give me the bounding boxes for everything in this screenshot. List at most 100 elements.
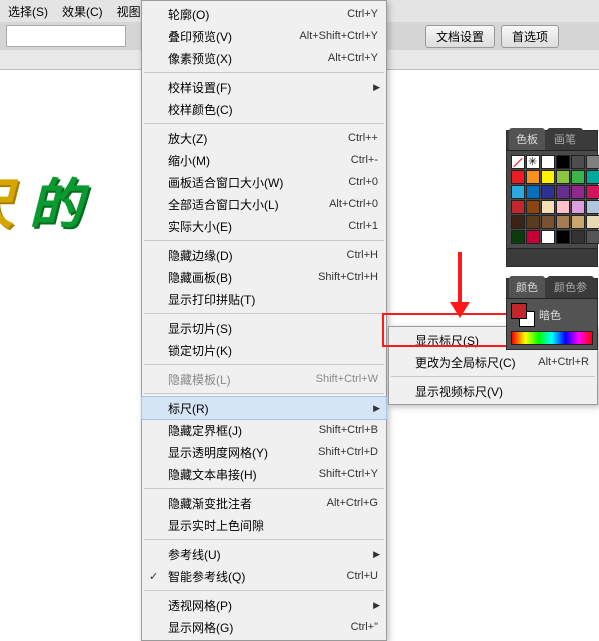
swatch[interactable] — [571, 215, 585, 229]
menu-item-label: 叠印预览(V) — [168, 28, 299, 45]
menu-item[interactable]: 隐藏边缘(D)Ctrl+H — [142, 244, 386, 266]
swatch[interactable] — [586, 215, 599, 229]
menu-item[interactable]: 隐藏渐变批注者Alt+Ctrl+G — [142, 492, 386, 514]
menu-item-shortcut: Ctrl+H — [347, 249, 378, 261]
swatch[interactable] — [511, 185, 525, 199]
swatch[interactable] — [571, 155, 585, 169]
menu-item-shortcut: Ctrl+U — [347, 570, 378, 582]
menu-item-label: 校样颜色(C) — [168, 101, 378, 118]
swatch[interactable] — [556, 185, 570, 199]
swatch[interactable] — [526, 200, 540, 214]
menu-item[interactable]: 实际大小(E)Ctrl+1 — [142, 215, 386, 237]
menu-item-shortcut: Alt+Ctrl+0 — [329, 198, 378, 210]
swatch[interactable] — [526, 185, 540, 199]
swatch[interactable] — [556, 230, 570, 244]
prefs-button[interactable]: 首选项 — [501, 25, 559, 48]
swatch[interactable] — [511, 155, 525, 169]
menu-item[interactable]: 像素预览(X)Alt+Ctrl+Y — [142, 47, 386, 69]
color-panel[interactable]: 颜色 颜色参 暗色 — [506, 278, 598, 350]
menu-item[interactable]: 透视网格(P)▶ — [142, 594, 386, 616]
fg-bg-swatch[interactable] — [511, 303, 535, 327]
menu-item[interactable]: 全部适合窗口大小(L)Alt+Ctrl+0 — [142, 193, 386, 215]
swatch[interactable] — [526, 215, 540, 229]
submenu-item[interactable]: 显示视频标尺(V) — [389, 380, 597, 402]
menu-item-label: 透视网格(P) — [168, 597, 378, 614]
menu-item[interactable]: 显示切片(S) — [142, 317, 386, 339]
submenu-item-label: 更改为全局标尺(C) — [415, 354, 538, 371]
swatch[interactable] — [511, 170, 525, 184]
tab-swatches[interactable]: 色板 — [509, 128, 545, 150]
menu-item[interactable]: 标尺(R)▶ — [142, 397, 386, 419]
menu-separator — [144, 313, 384, 314]
menu-item-label: 隐藏边缘(D) — [168, 247, 347, 264]
menu-item[interactable]: 显示网格(G)Ctrl+" — [142, 616, 386, 638]
swatches-panel-footer — [507, 248, 597, 266]
submenu-item[interactable]: 更改为全局标尺(C)Alt+Ctrl+R — [389, 351, 597, 373]
swatch[interactable] — [556, 200, 570, 214]
swatch[interactable] — [556, 155, 570, 169]
swatch[interactable] — [541, 155, 555, 169]
menu-separator — [144, 240, 384, 241]
swatch[interactable] — [511, 200, 525, 214]
swatch[interactable] — [541, 170, 555, 184]
swatch[interactable] — [571, 185, 585, 199]
menu-item-shortcut: Ctrl+Y — [347, 8, 378, 20]
menu-item-shortcut: Shift+Ctrl+W — [316, 373, 378, 385]
swatch[interactable] — [526, 230, 540, 244]
menu-item[interactable]: 显示透明度网格(Y)Shift+Ctrl+D — [142, 441, 386, 463]
menu-item[interactable]: 显示实时上色间隙 — [142, 514, 386, 536]
menu-item[interactable]: 画板适合窗口大小(W)Ctrl+0 — [142, 171, 386, 193]
swatch[interactable] — [586, 155, 599, 169]
menu-item[interactable]: ✓智能参考线(Q)Ctrl+U — [142, 565, 386, 587]
menu-item-shortcut: Ctrl+- — [351, 154, 378, 166]
swatch[interactable] — [526, 170, 540, 184]
menu-separator — [144, 72, 384, 73]
tab-color[interactable]: 颜色 — [509, 276, 545, 298]
tab-brushes[interactable]: 画笔 — [547, 128, 583, 150]
menu-item-label: 显示切片(S) — [168, 320, 378, 337]
swatch[interactable] — [556, 215, 570, 229]
swatches-panel[interactable]: 色板 画笔 — [506, 130, 598, 267]
menu-select[interactable]: 选择(S) — [2, 1, 54, 22]
swatch[interactable] — [511, 215, 525, 229]
menu-item-shortcut: Ctrl+0 — [348, 176, 378, 188]
menu-item[interactable]: 校样颜色(C) — [142, 98, 386, 120]
menu-item[interactable]: 隐藏画板(B)Shift+Ctrl+H — [142, 266, 386, 288]
menu-item[interactable]: 缩小(M)Ctrl+- — [142, 149, 386, 171]
menu-item-label: 全部适合窗口大小(L) — [168, 196, 329, 213]
submenu-arrow-icon: ▶ — [373, 600, 380, 611]
menu-item[interactable]: 显示打印拼贴(T) — [142, 288, 386, 310]
menu-item-label: 隐藏文本串接(H) — [168, 466, 319, 483]
swatch[interactable] — [541, 200, 555, 214]
swatch[interactable] — [586, 200, 599, 214]
color-panel-body: 暗色 — [507, 299, 597, 331]
swatch[interactable] — [511, 230, 525, 244]
doc-setup-button[interactable]: 文档设置 — [425, 25, 495, 48]
menu-item[interactable]: 隐藏定界框(J)Shift+Ctrl+B — [142, 419, 386, 441]
stroke-weight-field[interactable] — [6, 25, 126, 47]
swatch[interactable] — [586, 170, 599, 184]
color-spectrum[interactable] — [511, 331, 593, 345]
menu-item[interactable]: 放大(Z)Ctrl++ — [142, 127, 386, 149]
swatch[interactable] — [541, 230, 555, 244]
swatch[interactable] — [586, 185, 599, 199]
swatch[interactable] — [571, 230, 585, 244]
annotation-arrow — [450, 252, 470, 322]
artwork-char-2: 的 — [29, 175, 83, 235]
menu-item-shortcut: Shift+Ctrl+D — [318, 446, 378, 458]
swatch[interactable] — [571, 170, 585, 184]
swatch[interactable] — [541, 185, 555, 199]
swatch[interactable] — [586, 230, 599, 244]
menu-item[interactable]: 隐藏文本串接(H)Shift+Ctrl+Y — [142, 463, 386, 485]
menu-item[interactable]: 锁定切片(K) — [142, 339, 386, 361]
menu-item[interactable]: 叠印预览(V)Alt+Shift+Ctrl+Y — [142, 25, 386, 47]
tab-color-guide[interactable]: 颜色参 — [547, 276, 594, 298]
menu-effect[interactable]: 效果(C) — [56, 1, 109, 22]
swatch[interactable] — [541, 215, 555, 229]
swatch[interactable] — [571, 200, 585, 214]
menu-item[interactable]: 校样设置(F)▶ — [142, 76, 386, 98]
swatch[interactable] — [526, 155, 540, 169]
swatch[interactable] — [556, 170, 570, 184]
menu-item[interactable]: 参考线(U)▶ — [142, 543, 386, 565]
menu-item[interactable]: 轮廓(O)Ctrl+Y — [142, 3, 386, 25]
